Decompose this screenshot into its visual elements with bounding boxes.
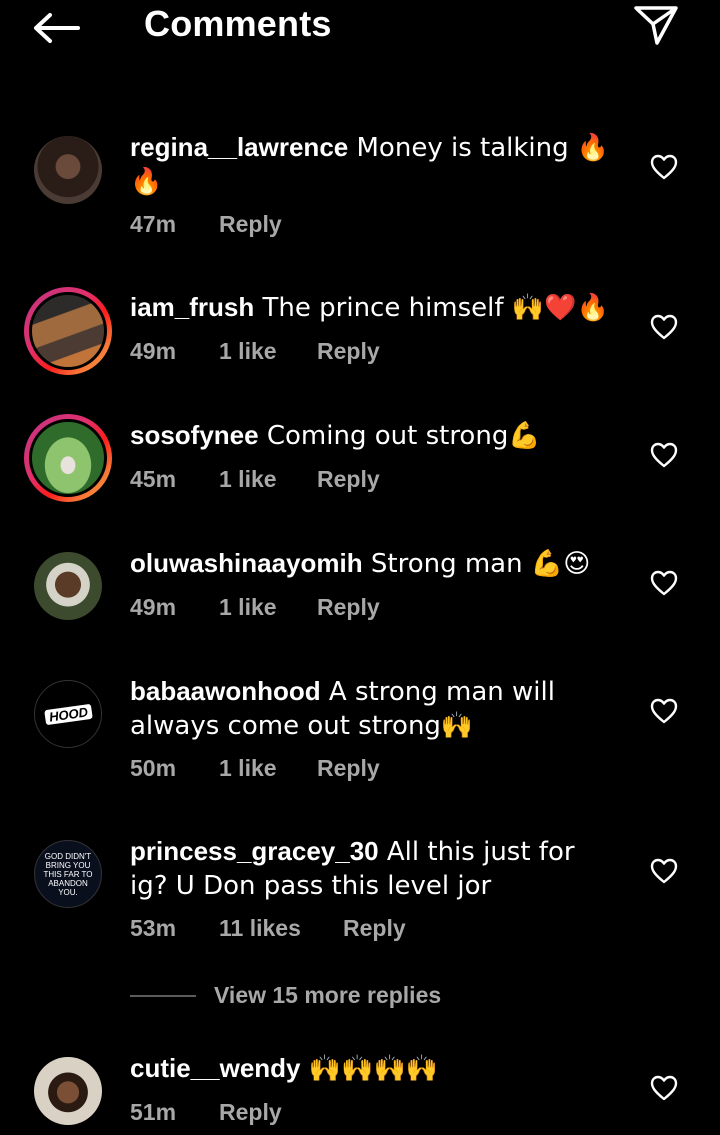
avatar-image: HOOD: [34, 680, 102, 748]
comment-time: 51m: [130, 1099, 177, 1125]
arrow-left-icon: [34, 13, 80, 43]
comment-username[interactable]: oluwashinaayomih: [130, 548, 363, 578]
heart-icon[interactable]: [650, 858, 678, 884]
heart-icon[interactable]: [650, 442, 678, 468]
reply-button[interactable]: Reply: [317, 338, 380, 365]
comment-body: sosofynee Coming out strong💪: [130, 419, 610, 453]
avatar[interactable]: GOD DIDN'T BRING YOU THIS FAR TO ABANDON…: [24, 830, 112, 918]
avatar-logo-text: HOOD: [43, 703, 93, 725]
reply-button[interactable]: Reply: [317, 755, 380, 782]
avatar-image: GOD DIDN'T BRING YOU THIS FAR TO ABANDON…: [34, 840, 102, 908]
comment-body: regina__lawrence Money is talking 🔥 🔥: [130, 131, 610, 199]
like-count[interactable]: 1 like: [219, 338, 277, 365]
comment-time: 49m: [130, 338, 177, 364]
avatar-quote-text: GOD DIDN'T BRING YOU THIS FAR TO ABANDON…: [43, 851, 93, 897]
comment-username[interactable]: regina__lawrence: [130, 132, 348, 162]
avatar[interactable]: [24, 1047, 112, 1135]
comment-body: princess_gracey_30 All this just for ig?…: [130, 835, 610, 903]
comment-username[interactable]: princess_gracey_30: [130, 836, 379, 866]
view-more-divider: [130, 995, 196, 997]
page-title: Comments: [144, 3, 332, 44]
comment-text: Coming out strong💪: [258, 421, 541, 451]
reply-button[interactable]: Reply: [343, 915, 406, 942]
comment-username[interactable]: iam_frush: [130, 292, 254, 322]
back-button[interactable]: [30, 8, 82, 48]
view-more-label: View 15 more replies: [214, 982, 442, 1008]
reply-button[interactable]: Reply: [219, 1099, 282, 1126]
avatar-image: [29, 292, 107, 370]
avatar[interactable]: HOOD: [24, 670, 112, 758]
like-count[interactable]: 1 like: [219, 755, 277, 782]
reply-button[interactable]: Reply: [317, 466, 380, 493]
avatar-image: [34, 552, 102, 620]
heart-icon[interactable]: [650, 314, 678, 340]
comment-username[interactable]: sosofynee: [130, 420, 259, 450]
heart-icon[interactable]: [650, 570, 678, 596]
comment-body: cutie__wendy 🙌🙌🙌🙌: [130, 1052, 610, 1086]
like-count[interactable]: 1 like: [219, 466, 277, 493]
comment-time: 53m: [130, 915, 177, 941]
header: Comments: [0, 0, 720, 60]
comment-text: Strong man 💪😍: [362, 549, 591, 579]
avatar[interactable]: [24, 287, 112, 375]
paper-plane-icon: [634, 6, 678, 45]
share-button[interactable]: [630, 2, 682, 48]
comment-username[interactable]: babaawonhood: [130, 676, 321, 706]
like-count[interactable]: 11 likes: [219, 915, 301, 942]
reply-button[interactable]: Reply: [317, 594, 380, 621]
avatar[interactable]: [24, 126, 112, 214]
comment-time: 47m: [130, 211, 177, 237]
comment-time: 50m: [130, 755, 177, 781]
avatar-image: [29, 419, 107, 497]
avatar-image: [34, 136, 102, 204]
comment-text: 🙌🙌🙌🙌: [300, 1054, 439, 1084]
comment-username[interactable]: cutie__wendy: [130, 1053, 301, 1083]
avatar[interactable]: [24, 542, 112, 630]
like-count[interactable]: 1 like: [219, 594, 277, 621]
avatar-image: [34, 1057, 102, 1125]
heart-icon[interactable]: [650, 698, 678, 724]
comment-text: The prince himself 🙌❤️🔥: [254, 293, 609, 323]
avatar[interactable]: [24, 414, 112, 502]
comment-body: iam_frush The prince himself 🙌❤️🔥: [130, 291, 610, 325]
heart-icon[interactable]: [650, 1075, 678, 1101]
comment-time: 49m: [130, 594, 177, 620]
comment-time: 45m: [130, 466, 177, 492]
comment-body: babaawonhood A strong man will always co…: [130, 675, 600, 743]
heart-icon[interactable]: [650, 154, 678, 180]
comment-body: oluwashinaayomih Strong man 💪😍: [130, 547, 610, 581]
reply-button[interactable]: Reply: [219, 211, 282, 238]
